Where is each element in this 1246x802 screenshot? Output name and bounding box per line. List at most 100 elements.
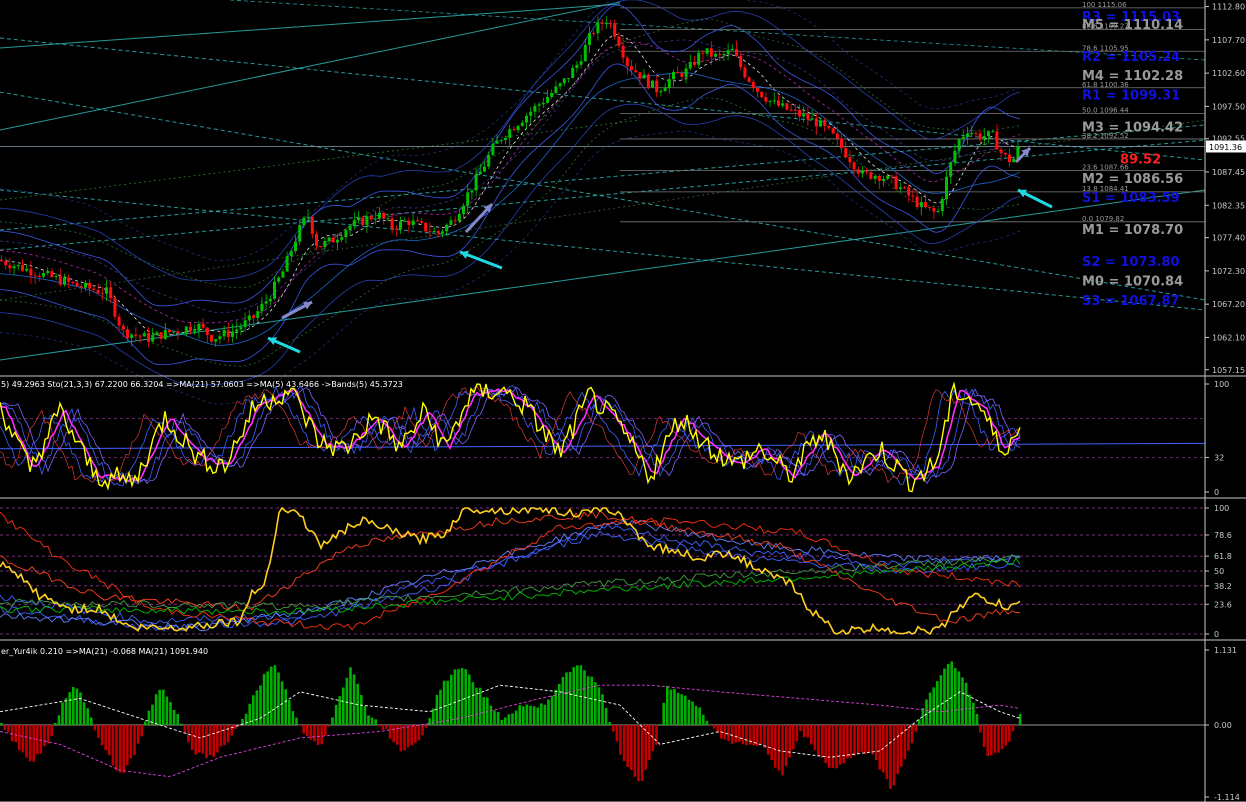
candle-body (659, 91, 663, 93)
candle-body (672, 71, 675, 80)
candle-body (676, 71, 680, 74)
hist-bar (961, 677, 964, 725)
hist-bar (223, 725, 226, 746)
hist-bar (147, 710, 151, 725)
hist-bar (198, 725, 201, 753)
hist-bar (637, 725, 640, 782)
candle-body (987, 131, 990, 137)
candle-body (151, 335, 155, 342)
trend-line (0, 119, 1206, 301)
stochastic-panel: 100 32 0 5) 49.2963 Sto(21,3,3) 67.2200 66.… (0, 380, 1229, 497)
candle-body (457, 213, 461, 222)
hist-bar (349, 667, 352, 725)
candle-body (420, 221, 423, 223)
hist-bar (79, 692, 82, 725)
indicator-band (0, 4, 1021, 307)
candle-body (588, 33, 591, 45)
hist-bar (662, 702, 665, 725)
hist-bar (712, 725, 716, 729)
candle-body (264, 301, 268, 304)
trend-line (0, 124, 1206, 231)
hist-bar (57, 715, 61, 725)
pivot-label-s2: S2 = 1073.80 (1082, 255, 1180, 270)
candle-body (697, 52, 701, 65)
hist-bar (457, 669, 460, 725)
candle-body (806, 114, 810, 120)
hist-bar (730, 725, 734, 744)
price-tick-label: 1087.45 (1212, 168, 1245, 177)
candle-body (596, 22, 600, 34)
candle-body (621, 45, 625, 58)
sto-label: 5) 49.2963 Sto(21,3,3) 67.2200 66.3204 =… (1, 380, 403, 389)
indicator-band (0, 39, 1021, 314)
hist-bar (475, 687, 478, 725)
candle-body (777, 100, 780, 106)
hist-bar (511, 713, 514, 725)
hist-bar (262, 673, 266, 725)
hist-bar (676, 692, 680, 725)
candle-body (991, 131, 995, 133)
hist-bar (1004, 725, 1007, 746)
hist-bar (360, 695, 363, 725)
candle-body (487, 154, 491, 167)
candle-body (646, 74, 650, 88)
hist-bar (367, 715, 370, 725)
candle-body (525, 115, 528, 123)
candle-body (424, 222, 428, 232)
hist-bar (727, 725, 730, 741)
candle-body (714, 53, 717, 57)
candle-body (319, 246, 323, 248)
hist-bar (86, 708, 89, 725)
hist-bar (586, 676, 590, 725)
hist-bar (64, 698, 68, 725)
candle-body (58, 276, 62, 285)
candle-body (688, 61, 692, 69)
hist-bar (374, 719, 377, 725)
candle-body (831, 128, 835, 134)
sto-line (0, 386, 1021, 485)
candle-body (25, 268, 29, 271)
hist-bar (579, 665, 583, 725)
hist-bar (1011, 725, 1015, 732)
candle-body (285, 256, 289, 272)
hist-bar (810, 725, 813, 745)
hist-bar (612, 725, 615, 732)
hist-bar (446, 680, 449, 725)
candle-body (436, 231, 440, 234)
hist-bar (608, 721, 611, 725)
candle-body (579, 61, 583, 65)
candle-body (768, 100, 772, 102)
sto-tick-label: 0 (1214, 488, 1219, 497)
hist-bar (986, 725, 989, 757)
candle-body (466, 192, 470, 206)
hist-bar (921, 707, 925, 725)
candle-body (546, 97, 549, 103)
hist-bar (954, 668, 957, 725)
hist-bar (547, 699, 550, 725)
hist-bar (284, 689, 287, 725)
hist-bar (813, 725, 817, 751)
hist-bar (824, 725, 827, 763)
candle-body (550, 93, 554, 98)
candle-body (33, 275, 37, 277)
candle-body (327, 237, 331, 241)
candle-body (218, 336, 222, 340)
indicator-band (0, 63, 1021, 365)
hist-bar (219, 725, 223, 747)
hist-bar (763, 725, 766, 749)
hist-bar (543, 704, 547, 725)
candle-body (113, 298, 117, 317)
candle-body (201, 323, 205, 328)
hist-bar (352, 674, 356, 725)
candle-body (138, 335, 142, 337)
hist-bar (550, 695, 554, 725)
candle-body (390, 218, 394, 229)
price-tick-label: 1102.60 (1212, 69, 1245, 78)
hist-bar (32, 725, 35, 762)
candle-body (92, 288, 96, 290)
candle-body (617, 36, 621, 46)
hist-bar (162, 689, 165, 725)
candle-body (193, 330, 197, 332)
hist-bar (43, 725, 46, 747)
hist-bar (122, 725, 125, 773)
